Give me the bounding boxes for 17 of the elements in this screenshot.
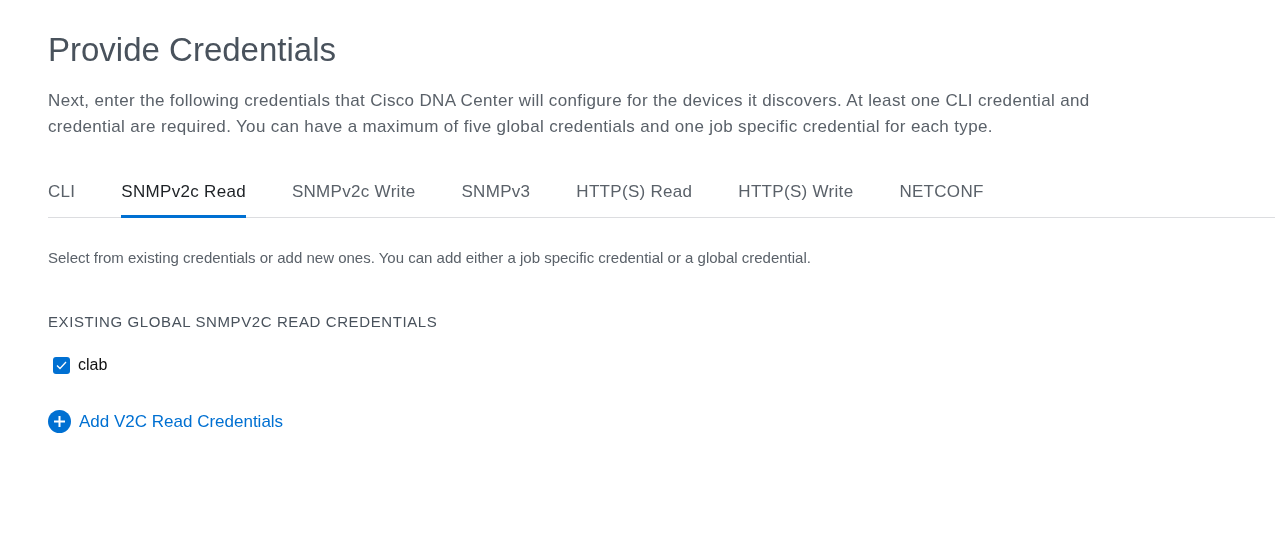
tab[interactable]: CLI bbox=[48, 182, 76, 218]
credential-label: clab bbox=[78, 356, 108, 374]
description-text: credential are required. You can have a maximum of five global credentials and one job specific credential for each type. bbox=[48, 116, 994, 138]
tab[interactable]: HTTP(S) Read bbox=[576, 182, 693, 218]
add-credentials-link[interactable]: Add V2C Read Credentials bbox=[48, 410, 284, 433]
check-icon bbox=[56, 360, 67, 370]
description-text: Next, enter the following credentials that Cisco DNA Center will configure for the devices it discovers. At least one CLI credential and bbox=[48, 90, 1091, 112]
page-title: Provide Credentials bbox=[48, 30, 337, 70]
checkbox[interactable] bbox=[53, 356, 70, 374]
tab[interactable]: SNMPv2c Read bbox=[121, 182, 246, 218]
section-heading: EXISTING GLOBAL SNMPV2C READ CREDENTIALS bbox=[48, 312, 439, 332]
tab[interactable]: NETCONF bbox=[899, 182, 984, 218]
instruction-text: Select from existing credentials or add new ones. You can add either a job specific credential or a global credential. bbox=[48, 248, 812, 268]
tab[interactable]: SNMPv3 bbox=[461, 182, 531, 218]
tab[interactable]: HTTP(S) Write bbox=[738, 182, 854, 218]
tab[interactable]: SNMPv2c Write bbox=[291, 182, 416, 218]
plus-icon bbox=[48, 410, 71, 433]
